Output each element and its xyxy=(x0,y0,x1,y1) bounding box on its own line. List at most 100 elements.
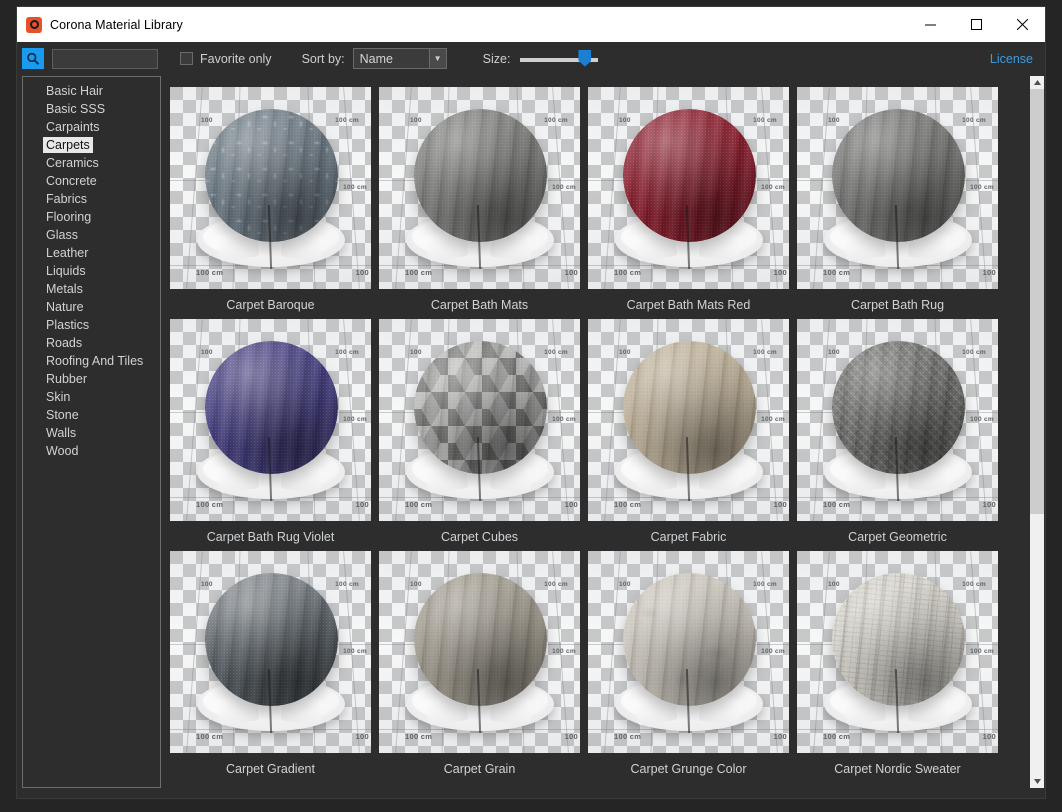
scale-marker: 100 cm xyxy=(335,349,359,356)
sidebar-item-label: Carpaints xyxy=(43,119,103,135)
sidebar-item-label: Metals xyxy=(43,281,86,297)
material-cell[interactable]: 100100 cm100 cm100 cm100Carpet Cubes xyxy=(375,319,584,551)
material-cell[interactable]: 100100 cm100 cm100 cm100Carpet Geometric xyxy=(793,319,1002,551)
material-thumbnail[interactable]: 100100 cm100 cm100 cm100 xyxy=(379,87,580,289)
sidebar-item-label: Flooring xyxy=(43,209,94,225)
scale-marker: 100 cm xyxy=(196,732,223,741)
scale-marker: 100 cm xyxy=(196,268,223,277)
scale-marker: 100 cm xyxy=(544,117,568,124)
material-cell[interactable]: 100100 cm100 cm100 cm100 Carpet Bath Rug xyxy=(793,87,1002,319)
material-cell[interactable]: 100100 cm100 cm100 cm100Carpet Grunge Co… xyxy=(584,551,793,783)
sidebar-item-basic-sss[interactable]: Basic SSS xyxy=(23,100,160,118)
sidebar-item-leather[interactable]: Leather xyxy=(23,244,160,262)
sidebar-item-carpaints[interactable]: Carpaints xyxy=(23,118,160,136)
sidebar-item-nature[interactable]: Nature xyxy=(23,298,160,316)
material-cell[interactable]: 100100 cm100 cm100 cm100Carpet Gradient xyxy=(166,551,375,783)
scale-marker: 100 cm xyxy=(761,184,785,191)
size-slider[interactable] xyxy=(520,49,598,69)
material-sphere xyxy=(414,573,547,706)
scale-marker: 100 xyxy=(619,349,631,356)
material-thumbnail[interactable]: 100100 cm100 cm100 cm100 xyxy=(797,319,998,521)
sidebar-item-stone[interactable]: Stone xyxy=(23,406,160,424)
sidebar-item-roads[interactable]: Roads xyxy=(23,334,160,352)
favorite-only-control[interactable]: Favorite only xyxy=(180,52,272,66)
sidebar-item-label: Basic Hair xyxy=(43,83,106,99)
material-label: Carpet Bath Rug xyxy=(851,298,944,312)
scroll-up-icon[interactable] xyxy=(1030,76,1044,89)
scale-marker: 100 xyxy=(356,732,369,741)
material-cell[interactable]: 100100 cm100 cm100 cm100Carpet Grain xyxy=(375,551,584,783)
material-sphere xyxy=(414,109,547,242)
material-thumbnail[interactable]: 100100 cm100 cm100 cm100 xyxy=(379,551,580,753)
material-cell[interactable]: 100100 cm100 cm100 cm100Carpet Bath Mats xyxy=(375,87,584,319)
scale-marker: 100 cm xyxy=(405,500,432,509)
material-thumbnail[interactable]: 100100 cm100 cm100 cm100 xyxy=(797,87,998,289)
sidebar-item-wood[interactable]: Wood xyxy=(23,442,160,460)
scale-marker: 100 xyxy=(828,117,840,124)
search-input[interactable] xyxy=(52,49,158,69)
scale-marker: 100 xyxy=(619,581,631,588)
material-cell[interactable]: 100100 cm100 cm100 cm100Carpet Bath Rug … xyxy=(166,319,375,551)
scale-marker: 100 cm xyxy=(405,732,432,741)
sidebar-item-carpets[interactable]: Carpets xyxy=(23,136,160,154)
category-list[interactable]: Basic HairBasic SSSCarpaints CarpetsCeram… xyxy=(22,76,161,788)
sidebar-item-rubber[interactable]: Rubber xyxy=(23,370,160,388)
sort-by-select[interactable]: Name ▼ xyxy=(353,48,447,69)
sidebar-item-label: Wood xyxy=(43,443,81,459)
sidebar-item-label: Skin xyxy=(43,389,73,405)
scale-marker: 100 xyxy=(201,349,213,356)
scrollbar-track[interactable] xyxy=(1030,89,1044,775)
sidebar-item-skin[interactable]: Skin xyxy=(23,388,160,406)
sidebar-item-label: Concrete xyxy=(43,173,100,189)
minimize-button[interactable] xyxy=(907,7,953,42)
material-sphere xyxy=(205,573,338,706)
sidebar-item-label: Glass xyxy=(43,227,81,243)
sidebar-item-concrete[interactable]: Concrete xyxy=(23,172,160,190)
material-thumbnail[interactable]: 100100 cm100 cm100 cm100 xyxy=(588,551,789,753)
sidebar-item-label: Fabrics xyxy=(43,191,90,207)
material-thumbnail[interactable]: 100100 cm100 cm100 cm100 xyxy=(797,551,998,753)
material-grid: 100100 cm100 cm100 cm100Carpet Baroque10… xyxy=(161,75,1030,798)
sidebar-item-label: Carpets xyxy=(43,137,93,153)
sidebar-item-label: Stone xyxy=(43,407,82,423)
sidebar-item-walls[interactable]: Walls xyxy=(23,424,160,442)
sidebar-item-roofing-and-tiles[interactable]: Roofing And Tiles xyxy=(23,352,160,370)
maximize-button[interactable] xyxy=(953,7,999,42)
scale-marker: 100 cm xyxy=(544,581,568,588)
close-button[interactable] xyxy=(999,7,1045,42)
favorite-only-checkbox[interactable] xyxy=(180,52,193,65)
material-thumbnail[interactable]: 100100 cm100 cm100 cm100 xyxy=(588,87,789,289)
sidebar-item-flooring[interactable]: Flooring xyxy=(23,208,160,226)
size-slider-thumb[interactable] xyxy=(578,50,591,67)
material-thumbnail[interactable]: 100100 cm100 cm100 cm100 xyxy=(170,319,371,521)
sidebar-item-metals[interactable]: Metals xyxy=(23,280,160,298)
material-cell[interactable]: 100100 cm100 cm100 cm100Carpet Baroque xyxy=(166,87,375,319)
material-thumbnail[interactable]: 100100 cm100 cm100 cm100 xyxy=(379,319,580,521)
scrollbar-thumb[interactable] xyxy=(1030,89,1044,514)
scroll-down-icon[interactable] xyxy=(1030,775,1044,788)
search-icon[interactable] xyxy=(22,48,44,69)
sidebar-item-liquids[interactable]: Liquids xyxy=(23,262,160,280)
sidebar-item-label: Walls xyxy=(43,425,79,441)
sidebar-item-fabrics[interactable]: Fabrics xyxy=(23,190,160,208)
corona-logo-icon xyxy=(26,17,42,33)
sidebar-item-ceramics[interactable]: Ceramics xyxy=(23,154,160,172)
sidebar-item-basic-hair[interactable]: Basic Hair xyxy=(23,82,160,100)
material-cell[interactable]: 100100 cm100 cm100 cm100Carpet Nordic Sw… xyxy=(793,551,1002,783)
sidebar-item-plastics[interactable]: Plastics xyxy=(23,316,160,334)
scale-marker: 100 xyxy=(201,581,213,588)
material-cell[interactable]: 100100 cm100 cm100 cm100Carpet Fabric xyxy=(584,319,793,551)
material-library-window: Corona Material Library Favorite only xyxy=(17,7,1045,798)
material-thumbnail[interactable]: 100100 cm100 cm100 cm100 xyxy=(170,551,371,753)
sidebar-item-label: Nature xyxy=(43,299,87,315)
scale-marker: 100 xyxy=(410,117,422,124)
chevron-down-icon[interactable]: ▼ xyxy=(429,49,446,68)
vertical-scrollbar[interactable] xyxy=(1030,76,1044,788)
material-cell[interactable]: 100100 cm100 cm100 cm100Carpet Bath Mats… xyxy=(584,87,793,319)
scale-marker: 100 cm xyxy=(552,184,576,191)
license-link[interactable]: License xyxy=(990,52,1033,66)
scale-marker: 100 cm xyxy=(970,416,994,423)
material-thumbnail[interactable]: 100100 cm100 cm100 cm100 xyxy=(588,319,789,521)
sidebar-item-glass[interactable]: Glass xyxy=(23,226,160,244)
material-thumbnail[interactable]: 100100 cm100 cm100 cm100 xyxy=(170,87,371,289)
